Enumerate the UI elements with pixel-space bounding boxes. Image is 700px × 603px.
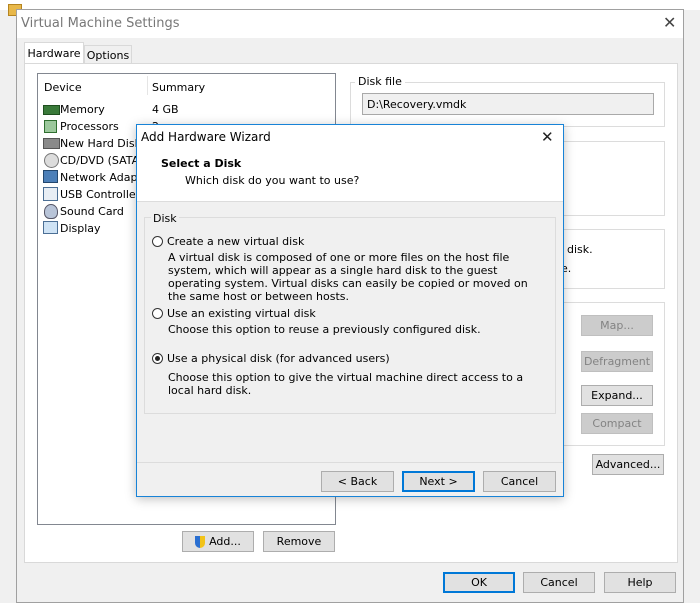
wizard-cancel-button-label: Cancel [500,475,539,488]
tab-options[interactable]: Options [84,45,132,64]
create-new-disk-option[interactable]: Create a new virtual disk [151,234,547,250]
sound-card-icon [44,204,58,219]
wizard-heading: Select a Disk [161,157,242,170]
shield-icon [195,535,206,548]
expand-button[interactable]: Expand... [581,385,653,406]
disk-file-value: D:\Recovery.vmdk [367,98,467,111]
add-hardware-wizard: Add Hardware Wizard ✕ Select a Disk Whic… [136,124,564,497]
create-new-disk-label: Create a new virtual disk [167,235,305,248]
disk-file-field[interactable]: D:\Recovery.vmdk [362,93,654,115]
compact-button[interactable]: Compact [581,413,653,434]
cancel-button-label: Cancel [540,576,578,589]
processor-icon [44,120,57,133]
use-physical-disk-label: Use a physical disk (for advanced users) [167,352,390,365]
memory-icon [43,105,60,115]
wizard-subheading: Which disk do you want to use? [185,174,360,187]
device-name: CD/DVD (SATA) [60,154,144,167]
use-physical-disk-radio[interactable] [152,353,163,364]
usb-icon [43,187,58,201]
summary-column-header: Summary [152,81,206,94]
display-icon [43,221,58,234]
next-button-label: Next > [419,475,458,488]
device-row[interactable]: Memory 4 GB [42,101,332,118]
use-existing-disk-option[interactable]: Use an existing virtual disk [151,306,547,322]
disk-group-label: Disk [151,212,179,225]
map-button[interactable]: Map... [581,315,653,336]
vm-window-title: Virtual Machine Settings [21,16,180,31]
tab-hardware-label: Hardware [27,47,81,60]
column-divider [147,76,148,95]
ok-button-label: OK [471,576,487,589]
device-summary: 4 GB [152,103,179,116]
disk-file-label: Disk file [355,75,405,88]
map-button-label: Map... [600,319,634,332]
help-button-label: Help [627,576,653,589]
defragment-button[interactable]: Defragment [581,351,653,372]
advanced-button-label: Advanced... [595,458,661,471]
expand-button-label: Expand... [591,389,643,402]
remove-button-label: Remove [276,535,322,548]
device-name: Sound Card [60,205,124,218]
next-button[interactable]: Next > [402,471,475,492]
back-button[interactable]: < Back [321,471,394,492]
vm-title-bar: Virtual Machine Settings ✕ [17,10,683,38]
wizard-close-icon[interactable]: ✕ [541,128,554,146]
partial-text-disk: disk. [567,243,593,256]
wizard-header: Select a Disk Which disk do you want to … [137,150,563,202]
compact-button-label: Compact [592,417,642,430]
use-existing-disk-radio[interactable] [152,308,163,319]
cd-dvd-icon [44,153,59,168]
network-adapter-icon [43,170,58,183]
add-button[interactable]: Add... [182,531,254,552]
device-name: USB Controller [60,188,141,201]
help-button[interactable]: Help [604,572,676,593]
device-name: Memory [60,103,105,116]
use-existing-disk-description: Choose this option to reuse a previously… [168,323,481,336]
advanced-button[interactable]: Advanced... [592,454,664,475]
tab-options-label: Options [86,48,130,62]
use-existing-disk-label: Use an existing virtual disk [167,307,316,320]
cancel-button[interactable]: Cancel [523,572,595,593]
wizard-title-bar: Add Hardware Wizard ✕ [137,125,563,150]
wizard-footer-divider [137,462,563,463]
close-icon[interactable]: ✕ [663,13,676,32]
back-button-label: < Back [337,475,378,488]
tab-hardware[interactable]: Hardware [24,42,84,64]
hard-disk-icon [43,138,60,149]
use-physical-disk-option[interactable]: Use a physical disk (for advanced users) [151,351,547,367]
create-new-disk-description: A virtual disk is composed of one or mor… [168,251,528,303]
device-column-header: Device [44,81,82,94]
wizard-title: Add Hardware Wizard [141,130,271,144]
device-name: Display [60,222,101,235]
remove-button[interactable]: Remove [263,531,335,552]
create-new-disk-radio[interactable] [152,236,163,247]
device-name: Processors [60,120,119,133]
wizard-cancel-button[interactable]: Cancel [483,471,556,492]
add-button-label: Add... [209,535,241,548]
ok-button[interactable]: OK [443,572,515,593]
defragment-button-label: Defragment [583,355,651,368]
use-physical-disk-description: Choose this option to give the virtual m… [168,371,524,397]
